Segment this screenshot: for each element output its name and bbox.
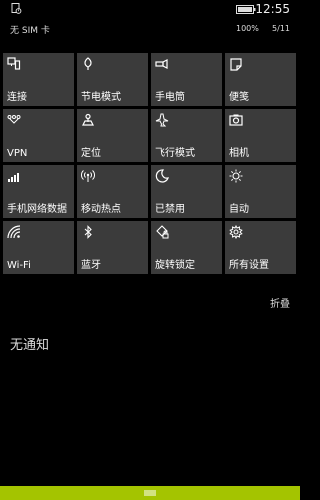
clock: 12:55	[255, 2, 290, 16]
sim-status: 无 SIM 卡	[10, 26, 50, 36]
tile-vpn[interactable]: VPN	[3, 109, 74, 162]
battery-icon	[236, 5, 256, 14]
gear-icon	[229, 225, 243, 239]
tile-label: 蓝牙	[81, 260, 101, 271]
tile-connect[interactable]: 连接	[3, 53, 74, 106]
bluetooth-icon	[84, 225, 92, 239]
tile-label: 移动热点	[81, 204, 121, 215]
tile-label: 节电模式	[81, 92, 121, 103]
tile-label: 手机网络数据	[7, 204, 67, 215]
tile-label: 所有设置	[229, 260, 269, 271]
rotation-lock-icon	[156, 225, 169, 239]
camera-icon	[229, 114, 243, 126]
tile-hotspot[interactable]: 移动热点	[77, 165, 148, 218]
collapse-button[interactable]: 折叠	[270, 295, 290, 310]
status-bar: 12:55 无 SIM 卡 100% 5/11	[0, 0, 300, 40]
tile-flashlight[interactable]: 手电筒	[151, 53, 222, 106]
tile-bluetooth[interactable]: 蓝牙	[77, 221, 148, 274]
tile-label: Wi-Fi	[7, 260, 31, 271]
tile-label: 相机	[229, 148, 249, 159]
action-center-handle[interactable]	[0, 486, 300, 500]
battery-percent: 100%	[236, 24, 259, 33]
tile-rotation-lock[interactable]: 旋转锁定	[151, 221, 222, 274]
tile-all-settings[interactable]: 所有设置	[225, 221, 296, 274]
device-icon	[11, 3, 22, 14]
tile-label: 已禁用	[155, 204, 185, 215]
moon-icon	[155, 169, 169, 183]
date: 5/11	[272, 24, 290, 33]
tile-brightness[interactable]: 自动	[225, 165, 296, 218]
tile-label: 手电筒	[155, 92, 185, 103]
tile-label: 自动	[229, 204, 249, 215]
tile-label: 便笺	[229, 92, 249, 103]
connect-icon	[7, 57, 21, 70]
wifi-icon	[7, 225, 21, 239]
tile-camera[interactable]: 相机	[225, 109, 296, 162]
tile-label: 定位	[81, 148, 101, 159]
cellular-icon	[8, 173, 19, 182]
tile-wifi[interactable]: Wi-Fi	[3, 221, 74, 274]
note-icon	[230, 58, 242, 71]
tile-note[interactable]: 便笺	[225, 53, 296, 106]
no-notifications-text: 无通知	[10, 338, 50, 353]
hotspot-icon	[81, 170, 95, 182]
flashlight-icon	[155, 59, 168, 69]
tile-label: 飞行模式	[155, 148, 195, 159]
tile-cellular[interactable]: 手机网络数据	[3, 165, 74, 218]
location-icon	[82, 113, 94, 126]
vpn-icon	[7, 115, 21, 124]
tile-label: 连接	[7, 92, 27, 103]
quick-actions-grid: 连接 节电模式 手电筒 便笺 VPN 定位 飞行模式 相机 手机网络数据 移动热…	[3, 53, 297, 277]
tile-quiet-hours[interactable]: 已禁用	[151, 165, 222, 218]
tile-label: VPN	[7, 148, 28, 159]
tile-battery-saver[interactable]: 节电模式	[77, 53, 148, 106]
grip-icon	[144, 490, 156, 496]
tile-airplane[interactable]: 飞行模式	[151, 109, 222, 162]
battery-saver-icon	[84, 57, 92, 70]
tile-label: 旋转锁定	[155, 260, 195, 271]
tile-location[interactable]: 定位	[77, 109, 148, 162]
airplane-icon	[155, 113, 169, 127]
brightness-icon	[229, 169, 243, 183]
